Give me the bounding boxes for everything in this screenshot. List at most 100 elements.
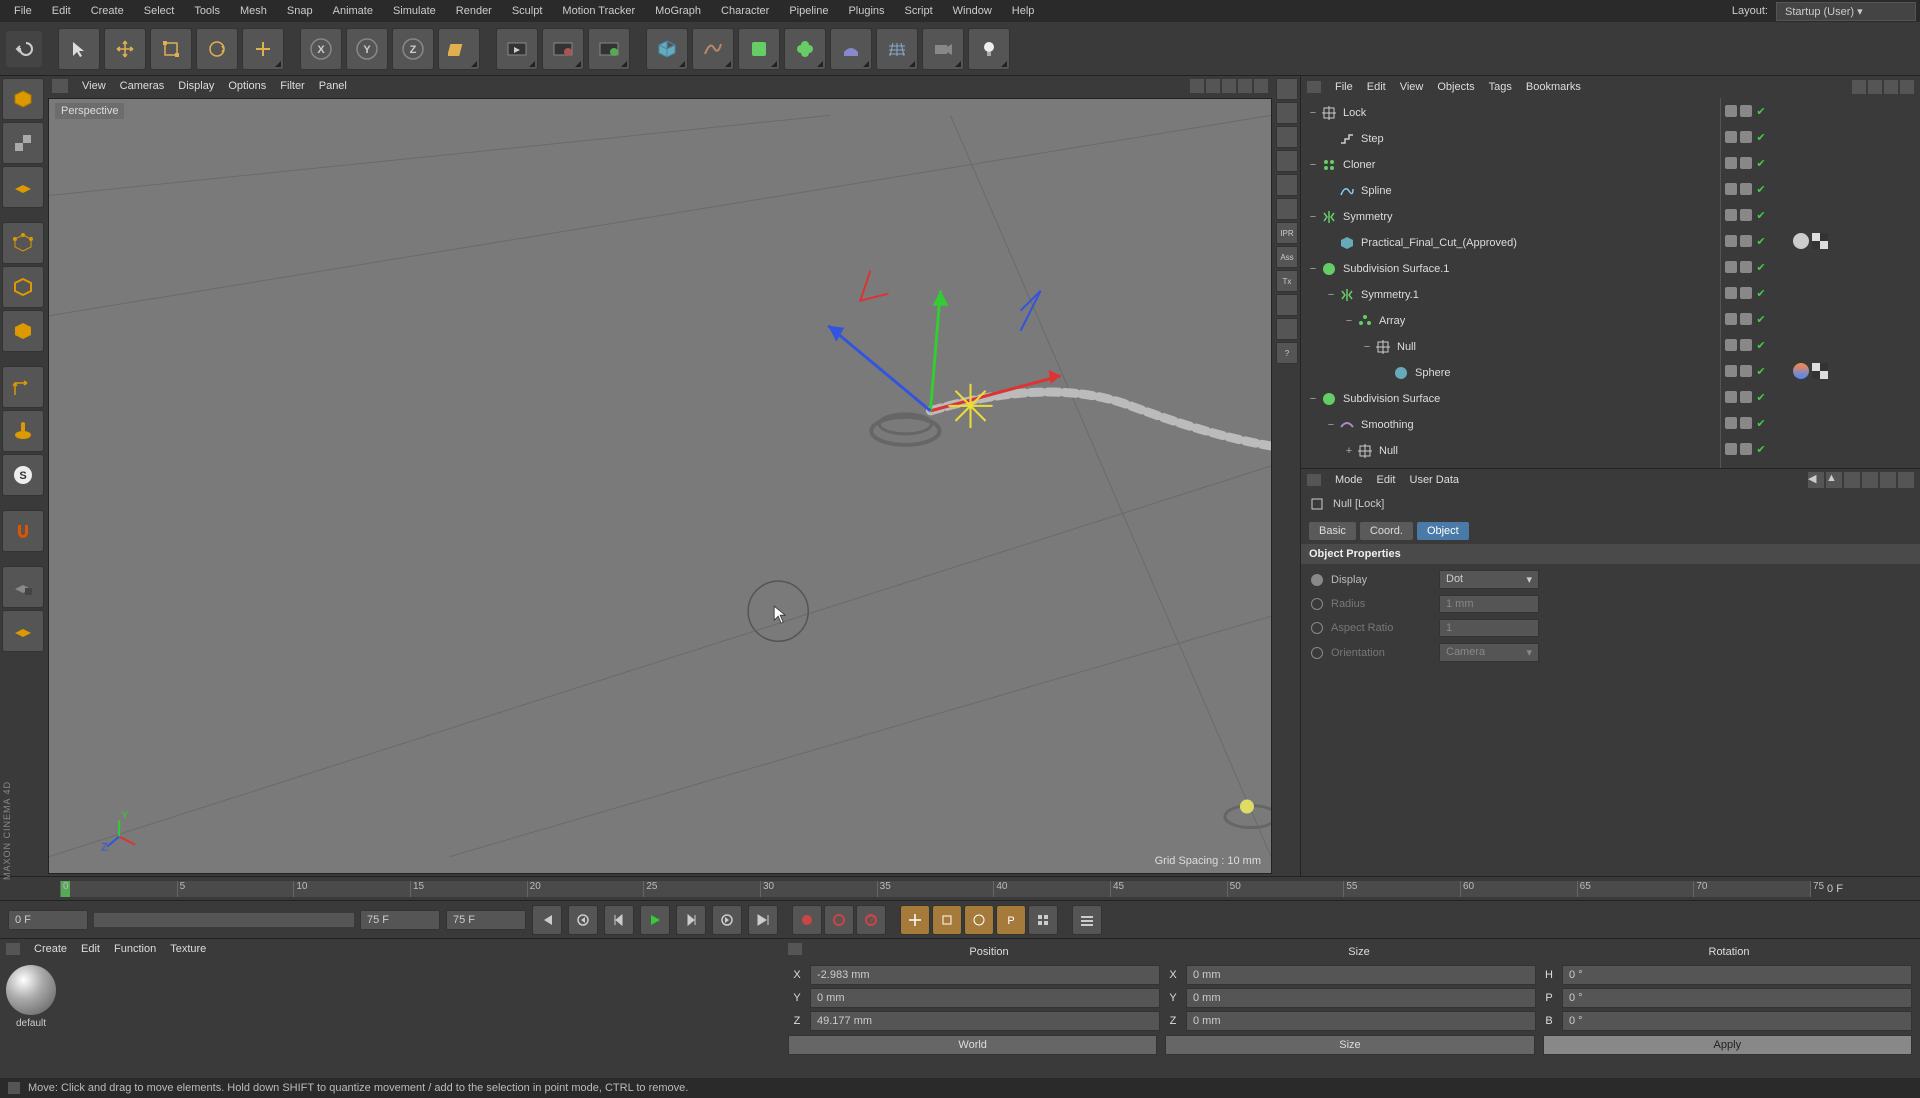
attr-tab-object[interactable]: Object <box>1417 522 1469 540</box>
menu-create[interactable]: Create <box>81 1 134 21</box>
menu-pipeline[interactable]: Pipeline <box>779 1 838 21</box>
enable-check[interactable]: ✔ <box>1755 105 1767 117</box>
key-rot-button[interactable] <box>964 905 994 935</box>
tweak-tool[interactable] <box>2 410 44 452</box>
layer-dot[interactable] <box>1725 235 1737 247</box>
view-menu-options[interactable]: Options <box>228 80 266 92</box>
layer-dot[interactable] <box>1740 417 1752 429</box>
expand-icon[interactable] <box>1325 133 1337 145</box>
layer-dot[interactable] <box>1725 443 1737 455</box>
expand-icon[interactable]: + <box>1343 445 1355 457</box>
move-tool[interactable] <box>104 28 146 70</box>
mat-menu-edit[interactable]: Edit <box>81 943 100 955</box>
menu-character[interactable]: Character <box>711 1 779 21</box>
tree-row-array[interactable]: − Array <box>1301 308 1720 334</box>
enable-check[interactable]: ✔ <box>1755 339 1767 351</box>
workplane-lock[interactable] <box>2 566 44 608</box>
menu-animate[interactable]: Animate <box>323 1 383 21</box>
menu-motion-tracker[interactable]: Motion Tracker <box>552 1 645 21</box>
key-pos-button[interactable] <box>900 905 930 935</box>
tree-row-null[interactable]: + Null <box>1301 438 1720 464</box>
expand-icon[interactable] <box>1325 185 1337 197</box>
mat-menu-create[interactable]: Create <box>34 943 67 955</box>
attr-back-icon[interactable]: ◀ <box>1808 472 1824 488</box>
view-nav-icon[interactable] <box>1254 79 1268 93</box>
enable-check[interactable]: ✔ <box>1755 287 1767 299</box>
menu-window[interactable]: Window <box>943 1 1002 21</box>
view-menu-filter[interactable]: Filter <box>280 80 304 92</box>
workplane-mode[interactable] <box>2 166 44 208</box>
attr-menu-user-data[interactable]: User Data <box>1410 474 1460 486</box>
display-radio[interactable] <box>1311 574 1323 586</box>
om-search-icon[interactable] <box>1852 80 1866 94</box>
view-menu-display[interactable]: Display <box>178 80 214 92</box>
rt-btn-5[interactable] <box>1276 198 1298 220</box>
polygon-mode[interactable] <box>2 310 44 352</box>
view-nav-icon[interactable] <box>1222 79 1236 93</box>
snap-toggle[interactable]: S <box>2 454 44 496</box>
rotate-tool[interactable] <box>196 28 238 70</box>
layer-dot[interactable] <box>1740 365 1752 377</box>
next-key-button[interactable] <box>712 905 742 935</box>
magnet-tool[interactable] <box>2 510 44 552</box>
om-home-icon[interactable] <box>1868 80 1882 94</box>
obj-menu-file[interactable]: File <box>1335 81 1353 93</box>
rot-b-input[interactable] <box>1562 1011 1912 1031</box>
coord-apply-button[interactable]: Apply <box>1543 1035 1912 1055</box>
layer-dot[interactable] <box>1740 443 1752 455</box>
rt-btn-8[interactable]: Tx <box>1276 270 1298 292</box>
view-menu-view[interactable]: View <box>82 80 106 92</box>
environment[interactable] <box>830 28 872 70</box>
enable-check[interactable]: ✔ <box>1755 157 1767 169</box>
layer-dot[interactable] <box>1725 313 1737 325</box>
tree-row-subdivision-surface[interactable]: − Subdivision Surface <box>1301 386 1720 412</box>
rot-h-input[interactable] <box>1562 965 1912 985</box>
menu-plugins[interactable]: Plugins <box>838 1 894 21</box>
key-param-button[interactable]: P <box>996 905 1026 935</box>
deformer[interactable] <box>784 28 826 70</box>
obj-menu-edit[interactable]: Edit <box>1367 81 1386 93</box>
texture-mode[interactable] <box>2 122 44 164</box>
attr-menu-mode[interactable]: Mode <box>1335 474 1363 486</box>
layer-dot[interactable] <box>1740 261 1752 273</box>
layer-dot[interactable] <box>1725 157 1737 169</box>
expand-icon[interactable]: − <box>1307 393 1319 405</box>
menu-render[interactable]: Render <box>446 1 502 21</box>
enable-check[interactable]: ✔ <box>1755 235 1767 247</box>
undo-button[interactable] <box>6 31 42 67</box>
menu-file[interactable]: File <box>4 1 42 21</box>
tree-row-practical-final-cut-approved-[interactable]: Practical_Final_Cut_(Approved) <box>1301 230 1720 256</box>
layer-dot[interactable] <box>1725 391 1737 403</box>
enable-check[interactable]: ✔ <box>1755 131 1767 143</box>
layer-dot[interactable] <box>1725 209 1737 221</box>
generator[interactable] <box>738 28 780 70</box>
material-tag[interactable] <box>1793 233 1809 249</box>
goto-start-button[interactable] <box>532 905 562 935</box>
menu-tools[interactable]: Tools <box>184 1 230 21</box>
enable-check[interactable]: ✔ <box>1755 443 1767 455</box>
layer-dot[interactable] <box>1725 183 1737 195</box>
grid[interactable] <box>876 28 918 70</box>
layer-dot[interactable] <box>1740 105 1752 117</box>
rt-btn-3[interactable] <box>1276 150 1298 172</box>
texture-tag[interactable] <box>1812 233 1828 249</box>
coord-world-select[interactable]: World <box>788 1035 1157 1055</box>
spline-primitive[interactable] <box>692 28 734 70</box>
attr-up-icon[interactable]: ▲ <box>1826 472 1842 488</box>
layer-dot[interactable] <box>1740 391 1752 403</box>
tree-row-subdivision-surface-1[interactable]: − Subdivision Surface.1 <box>1301 256 1720 282</box>
layer-dot[interactable] <box>1740 183 1752 195</box>
rt-btn-1[interactable] <box>1276 102 1298 124</box>
play-button[interactable] <box>640 905 670 935</box>
render-settings[interactable] <box>588 28 630 70</box>
expand-icon[interactable]: − <box>1307 107 1319 119</box>
attr-tab-coord[interactable]: Coord. <box>1360 522 1413 540</box>
end-frame-input[interactable] <box>360 910 440 930</box>
tree-row-symmetry-1[interactable]: − Symmetry.1 <box>1301 282 1720 308</box>
current-frame-input[interactable] <box>446 910 526 930</box>
view-nav-icon[interactable] <box>1238 79 1252 93</box>
om-eye-icon[interactable] <box>1884 80 1898 94</box>
rt-btn-2[interactable] <box>1276 126 1298 148</box>
z-axis-lock[interactable]: Z <box>392 28 434 70</box>
camera[interactable] <box>922 28 964 70</box>
